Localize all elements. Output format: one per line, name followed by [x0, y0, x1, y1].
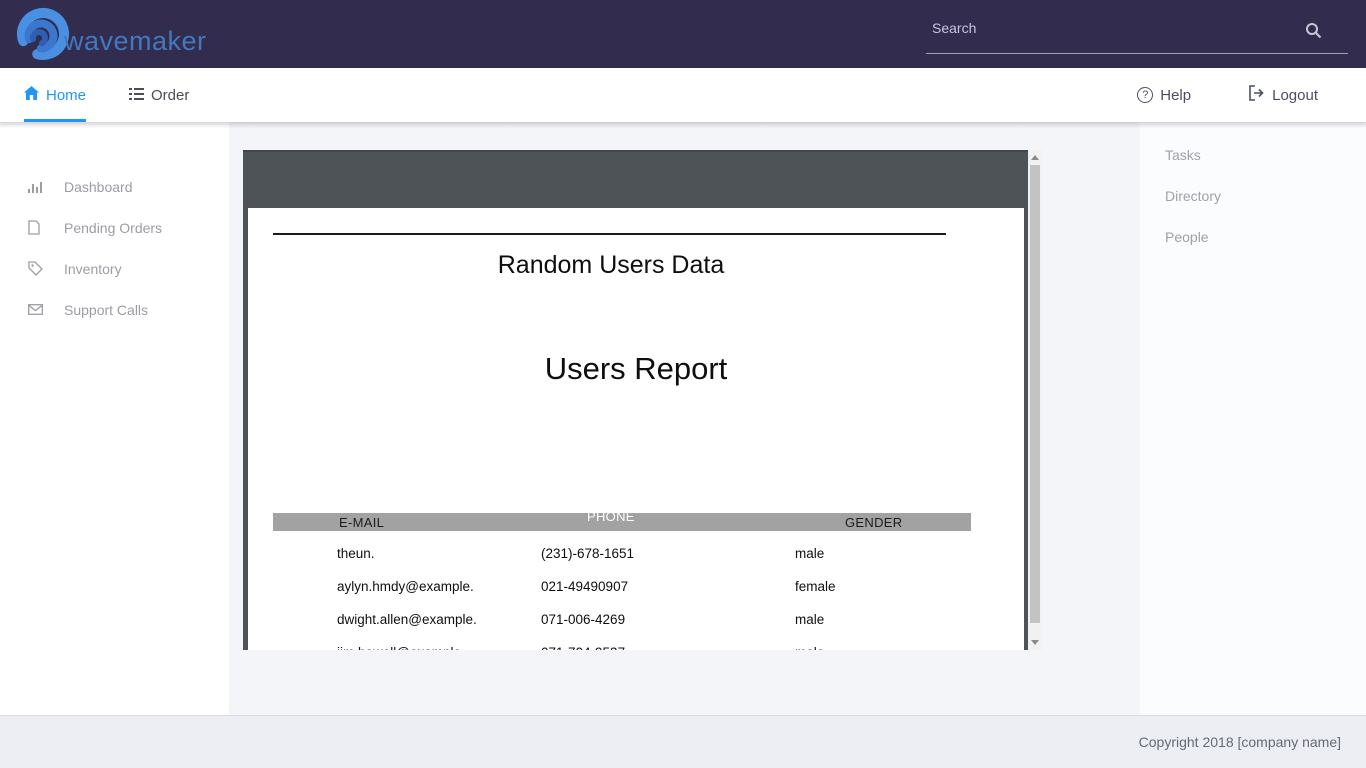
- search-icon[interactable]: [1305, 22, 1322, 44]
- sidebar-item-label: Inventory: [64, 261, 122, 277]
- sidebar-item-label: Support Calls: [64, 302, 148, 318]
- bar-chart-icon: [28, 180, 43, 194]
- help-button[interactable]: ? Help: [1137, 87, 1191, 104]
- table-row: dwight.allen@example. 071-006-4269 male: [273, 603, 971, 636]
- tab-home-label: Home: [46, 87, 86, 104]
- column-header-gender: GENDER: [845, 515, 902, 530]
- viewer-scrollbar[interactable]: [1028, 150, 1042, 650]
- help-icon: ?: [1137, 87, 1153, 103]
- cell-email: dwight.allen@example.: [337, 612, 477, 627]
- sidebar-item-inventory[interactable]: Inventory: [0, 248, 229, 289]
- table-row: aylyn.hmdy@example. 021-49490907 female: [273, 570, 971, 603]
- cell-phone: (231)-678-1651: [541, 546, 634, 561]
- navbar-actions: ? Help Logout: [1137, 68, 1318, 122]
- brand: wavemaker: [14, 5, 207, 63]
- arrow-down-icon: [1031, 640, 1039, 645]
- cell-phone: 071-006-4269: [541, 612, 625, 627]
- main-navbar: Home Order ? Help Logo: [0, 68, 1366, 122]
- page-footer: Copyright 2018 [company name]: [0, 715, 1366, 768]
- home-icon: [24, 86, 39, 104]
- pdf-viewer-canvas: Random Users Data Users Report E-MAIL PH…: [243, 150, 1028, 650]
- content-area: Dashboard Pending Orders Inventory: [0, 122, 1366, 715]
- main-panel: Random Users Data Users Report E-MAIL PH…: [229, 122, 1138, 715]
- envelope-icon: [28, 304, 43, 315]
- search-container: [926, 8, 1348, 54]
- left-sidebar: Dashboard Pending Orders Inventory: [0, 122, 229, 715]
- tab-order[interactable]: Order: [129, 68, 189, 122]
- top-brand-bar: wavemaker: [0, 0, 1366, 68]
- sidebar-item-pending-orders[interactable]: Pending Orders: [0, 207, 229, 248]
- cell-email: theun.: [337, 546, 375, 561]
- cell-gender: male: [795, 612, 824, 627]
- pdf-page: Random Users Data Users Report E-MAIL PH…: [248, 208, 1024, 650]
- logout-label: Logout: [1272, 87, 1318, 104]
- pdf-viewer: Random Users Data Users Report E-MAIL PH…: [243, 150, 1042, 650]
- sidebar-item-label: Pending Orders: [64, 220, 162, 236]
- list-icon: [129, 87, 144, 104]
- cell-phone: 021-49490907: [541, 579, 628, 594]
- report-table-header: E-MAIL PHONE GENDER: [273, 513, 971, 531]
- table-row: jim.howell@example. 071-704-9537 male: [273, 636, 971, 650]
- cell-gender: male: [795, 645, 824, 650]
- scroll-up-button[interactable]: [1028, 150, 1042, 165]
- scrollbar-thumb[interactable]: [1030, 165, 1040, 623]
- logout-button[interactable]: Logout: [1249, 85, 1318, 105]
- brand-name: wavemaker: [64, 26, 207, 57]
- sidebar-item-label: Dashboard: [64, 179, 133, 195]
- logout-icon: [1249, 85, 1265, 105]
- column-header-phone: PHONE: [587, 509, 635, 524]
- cell-email: jim.howell@example.: [337, 645, 465, 650]
- tab-home[interactable]: Home: [24, 68, 86, 122]
- report-divider-line: [273, 233, 946, 235]
- column-header-email: E-MAIL: [339, 515, 384, 530]
- document-icon: [28, 220, 43, 235]
- tag-icon: [28, 261, 43, 276]
- help-label: Help: [1160, 87, 1191, 104]
- cell-phone: 071-704-9537: [541, 645, 625, 650]
- report-table-body: theun. (231)-678-1651 male aylyn.hmdy@ex…: [273, 537, 971, 650]
- report-title: Random Users Data: [248, 251, 974, 280]
- sidebar-item-tasks[interactable]: Tasks: [1138, 134, 1366, 175]
- sidebar-item-dashboard[interactable]: Dashboard: [0, 166, 229, 207]
- right-sidebar: Tasks Directory People: [1138, 122, 1366, 715]
- scroll-down-button[interactable]: [1028, 635, 1042, 650]
- cell-gender: male: [795, 546, 824, 561]
- search-input[interactable]: [926, 8, 1348, 54]
- sidebar-item-people[interactable]: People: [1138, 216, 1366, 257]
- table-row: theun. (231)-678-1651 male: [273, 537, 971, 570]
- cell-email: aylyn.hmdy@example.: [337, 579, 474, 594]
- copyright-text: Copyright 2018 [company name]: [1139, 734, 1341, 750]
- cell-gender: female: [795, 579, 836, 594]
- tab-order-label: Order: [151, 87, 189, 104]
- sidebar-item-directory[interactable]: Directory: [1138, 175, 1366, 216]
- arrow-up-icon: [1031, 155, 1039, 160]
- sidebar-item-support-calls[interactable]: Support Calls: [0, 289, 229, 330]
- report-subtitle: Users Report: [248, 351, 1024, 387]
